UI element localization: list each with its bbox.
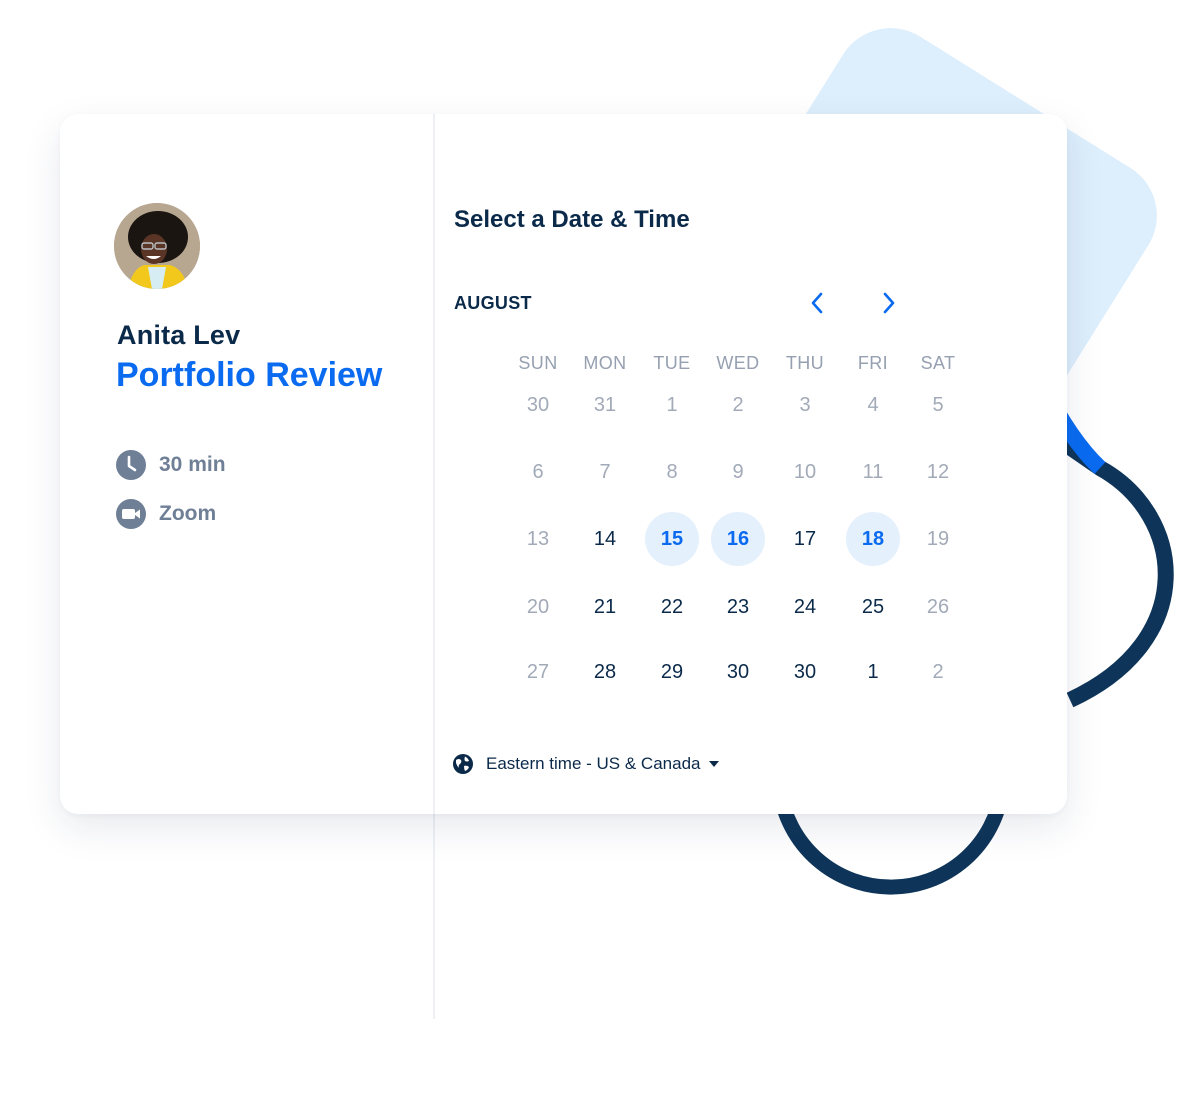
next-month-button[interactable] [874, 288, 904, 318]
calendar-day: 7 [599, 460, 611, 483]
calendar-day: 13 [526, 527, 550, 550]
previous-month-button[interactable] [802, 288, 832, 318]
calendar-day: 24 [793, 595, 817, 618]
timezone-label: Eastern time - US & Canada [486, 754, 701, 773]
calendar-day: 19 [926, 527, 950, 550]
location-detail: Zoom [116, 499, 216, 529]
calendar-day: 27 [526, 660, 550, 683]
event-title: Portfolio Review [116, 356, 383, 394]
weekday-label-mon: MON [583, 353, 627, 373]
calendar-day: 25 [861, 595, 885, 618]
available-date-button[interactable]: 15 [645, 512, 699, 566]
calendar-day: 5 [932, 393, 944, 416]
weekday-label-wed: WED [716, 353, 760, 373]
avatar [114, 203, 200, 289]
weekday-label-sun: SUN [518, 353, 558, 373]
weekday-label-thu: THU [785, 353, 825, 373]
timezone-selector[interactable]: Eastern time - US & Canada [452, 753, 720, 775]
calendar-day: 4 [867, 393, 879, 416]
calendar-day: 11 [862, 460, 884, 483]
calendar-day: 2 [932, 660, 944, 683]
calendar-day: 6 [532, 460, 544, 483]
calendar-day: 30 [793, 660, 817, 683]
location-label: Zoom [159, 502, 217, 525]
weekday-label-sat: SAT [920, 353, 956, 373]
month-label: AUGUST [454, 293, 532, 313]
globe-icon [453, 754, 473, 774]
calendar-day: 22 [660, 595, 684, 618]
date-picker-pane: Select a Date & Time AUGUST SUN MON TUE WED… [435, 114, 1067, 814]
host-name: Anita Lev [117, 320, 241, 350]
weekday-label-fri: FRI [857, 353, 889, 373]
calendar-day: 31 [593, 393, 617, 416]
calendar-day: 30 [526, 393, 550, 416]
avatar-photo [114, 203, 200, 289]
caret-down-icon [709, 761, 720, 767]
chevron-left-icon [811, 292, 823, 314]
chevron-right-icon [883, 292, 895, 314]
calendar-day: 30 [726, 660, 750, 683]
calendar-day: 1 [666, 393, 678, 416]
calendar-day: 26 [926, 595, 950, 618]
clock-icon [116, 450, 146, 480]
calendar-day: 21 [593, 595, 617, 618]
calendar-day: 8 [666, 460, 678, 483]
calendar-day: 3 [799, 393, 811, 416]
calendar-day: 20 [526, 595, 550, 618]
weekday-label-tue: TUE [653, 353, 691, 373]
calendar-day: 1 [867, 660, 879, 683]
calendar-day: 2 [732, 393, 744, 416]
calendar-day: 14 [593, 527, 617, 550]
duration-label: 30 min [159, 453, 226, 476]
available-date-button[interactable]: 16 [711, 512, 765, 566]
available-date-button[interactable]: 18 [846, 512, 900, 566]
duration-detail: 30 min [116, 450, 226, 480]
video-camera-icon [116, 499, 146, 529]
calendar-day: 9 [732, 460, 744, 483]
event-info-pane: Anita Lev Portfolio Review 30 min Zoom [60, 114, 433, 814]
calendar-day: 28 [593, 660, 617, 683]
calendar-day: 12 [926, 460, 950, 483]
calendar-day: 17 [793, 527, 817, 550]
calendar-day: 23 [726, 595, 750, 618]
calendar-day: 29 [660, 660, 684, 683]
scheduling-card: Anita Lev Portfolio Review 30 min Zoom S… [60, 114, 1067, 814]
calendar-day: 10 [793, 460, 817, 483]
page-title: Select a Date & Time [454, 206, 690, 233]
